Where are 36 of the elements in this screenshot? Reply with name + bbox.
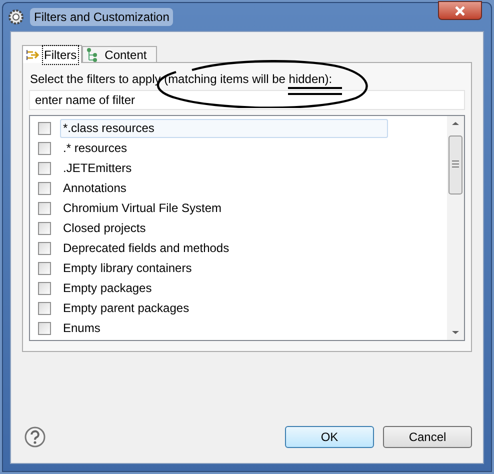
tab[interactable]: Content xyxy=(82,46,157,63)
annotation-underline xyxy=(287,86,343,96)
dialog-button[interactable]: OK xyxy=(285,426,374,448)
filter-item[interactable]: Empty parent packages xyxy=(38,298,388,318)
checkbox[interactable] xyxy=(38,162,51,174)
close-button[interactable] xyxy=(438,1,482,20)
filter-item[interactable]: Empty library containers xyxy=(38,258,388,278)
checkbox[interactable] xyxy=(38,122,51,134)
checkbox[interactable] xyxy=(38,142,51,154)
checkbox[interactable] xyxy=(38,322,51,334)
filter-item[interactable]: .JETEmitters xyxy=(38,158,388,178)
filter-item[interactable]: Empty packages xyxy=(38,278,388,298)
help-icon[interactable] xyxy=(24,426,46,448)
checkbox[interactable] xyxy=(38,242,51,254)
filter-arrow-icon xyxy=(26,48,40,60)
checkbox[interactable] xyxy=(38,182,51,194)
filter-item[interactable]: Annotations xyxy=(38,178,388,198)
scrollbar[interactable] xyxy=(447,116,464,340)
checkbox[interactable] xyxy=(38,302,51,314)
checkbox[interactable] xyxy=(38,222,51,234)
tree-icon xyxy=(86,48,98,62)
filter-item[interactable]: .* resources xyxy=(38,138,388,158)
filter-item[interactable]: Closed projects xyxy=(38,218,388,238)
window-title: Filters and Customization xyxy=(30,8,174,26)
filter-search-field[interactable]: enter name of filter xyxy=(29,90,465,110)
filter-item[interactable]: Chromium Virtual File System xyxy=(38,198,388,218)
tab[interactable]: Filters xyxy=(22,45,82,63)
checkbox[interactable] xyxy=(38,282,51,294)
checkbox[interactable] xyxy=(38,262,51,274)
checkbox[interactable] xyxy=(38,202,51,214)
dialog-button[interactable]: Cancel xyxy=(383,426,472,448)
filter-item[interactable]: Enums xyxy=(38,318,388,338)
close-icon xyxy=(455,6,465,16)
gear-icon xyxy=(8,9,24,25)
instruction-text: Select the filters to apply (matching items will be hidden): xyxy=(30,72,334,86)
filter-item[interactable]: Deprecated fields and methods xyxy=(38,238,388,258)
